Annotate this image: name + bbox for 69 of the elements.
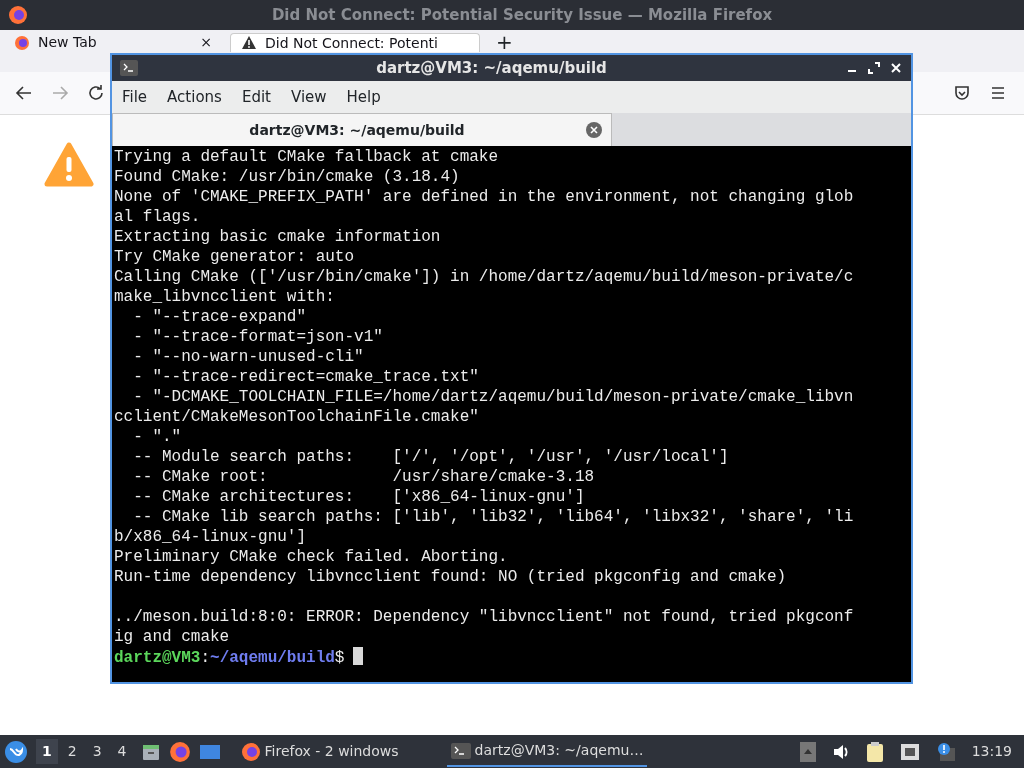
close-icon[interactable] [889, 61, 903, 75]
terminal-line: - "-DCMAKE_TOOLCHAIN_FILE=/home/dartz/aqemu/build/meson-private/cmake_libvn [132, 387, 855, 407]
terminal-line: Trying a default CMake fallback at cmake [114, 147, 500, 167]
browser-tab[interactable]: Did Not Connect: Potenti [230, 33, 480, 52]
terminal-line: -- CMake root: /usr/share/cmake-3.18 [132, 467, 596, 487]
prompt-path: ~/aqemu/build [210, 649, 335, 667]
terminal-line: Run-time dependency libvncclient found: NO (tried pkgconfig and cmake) [114, 567, 788, 587]
workspace-button[interactable]: 1 [36, 739, 58, 764]
terminal-line: - "--no-warn-unused-cli" [132, 347, 365, 367]
terminal-line: Preliminary CMake check failed. Aborting. [114, 547, 509, 567]
terminal-line: -- Module search paths: ['/', '/opt', '/usr', '/usr/local'] [132, 447, 730, 467]
volume-icon[interactable] [831, 742, 850, 761]
terminal-line: make_libvncclient with: [114, 287, 336, 307]
window-title: Did Not Connect: Potential Security Issue — Mozilla Firefox [270, 4, 774, 26]
firefox-icon[interactable] [168, 740, 191, 763]
clipboard-icon[interactable] [865, 740, 884, 763]
warning-icon [44, 142, 94, 188]
clock: 13:19 [971, 742, 1012, 761]
terminal-line: -- CMake lib search paths: ['lib', 'lib32', 'lib64', 'libx32', 'share', 'li [132, 507, 855, 527]
taskbar-button[interactable]: dartz@VM3: ~/aqemu… [446, 736, 648, 767]
terminal-line: Try CMake generator: auto [114, 247, 356, 267]
workspace-button[interactable]: 2 [61, 739, 83, 764]
terminal-tab[interactable]: dartz@VM3: ~/aqemu/build [112, 113, 612, 146]
cursor [353, 647, 364, 665]
menu-item[interactable]: View [280, 85, 337, 109]
workspace-button[interactable]: 3 [86, 739, 108, 764]
new-tab-button[interactable]: + [496, 33, 513, 52]
prompt-symbol: $ [334, 649, 345, 667]
firefox-icon [8, 5, 28, 25]
browser-tab[interactable]: New Tab × [4, 33, 222, 52]
terminal-line: - "--trace-format=json-v1" [132, 327, 384, 347]
terminal-line: cclient/CMakeMesonToolchainFile.cmake" [114, 407, 480, 427]
reload-icon[interactable] [86, 83, 106, 103]
desktop-icon[interactable] [198, 742, 221, 761]
terminal-line: None of 'CMAKE_PREFIX_PATH' are defined in the environment, not changing glob [114, 187, 855, 207]
menu-item[interactable]: Help [336, 85, 391, 109]
firefox-icon [240, 741, 261, 762]
terminal-icon [450, 740, 471, 761]
terminal-line: ig and cmake [114, 627, 231, 647]
terminal-line: Extracting basic cmake information [114, 227, 442, 247]
prompt-separator: : [200, 649, 211, 667]
terminal-line: - "--trace-expand" [132, 307, 308, 327]
terminal-icon [120, 60, 138, 76]
tab-title: New Tab [38, 34, 98, 51]
workspace-button[interactable]: 4 [111, 739, 133, 764]
tab-title: Did Not Connect: Potenti [265, 34, 439, 52]
taskbar-button[interactable]: Firefox - 2 windows [236, 736, 403, 767]
menu-item[interactable]: Actions [157, 85, 232, 109]
terminal-line: - "." [132, 427, 183, 447]
pocket-icon[interactable] [952, 83, 972, 103]
window-title: dartz@VM3: ~/aqemu/build [375, 57, 608, 79]
menu-item[interactable]: Edit [231, 85, 281, 109]
terminal-line: Found CMake: /usr/bin/cmake (3.18.4) [114, 167, 461, 187]
terminal-line: al flags. [114, 207, 202, 227]
warning-icon [241, 35, 257, 51]
terminal-line: Calling CMake (['/usr/bin/cmake']) in /home/dartz/aqemu/build/meson-private/c [114, 267, 855, 287]
terminal-line: b/x86_64-linux-gnu'] [114, 527, 308, 547]
menu-item[interactable]: File [112, 85, 158, 109]
notification-icon[interactable] [935, 741, 956, 762]
close-icon[interactable] [585, 121, 603, 139]
network-icon[interactable] [899, 742, 920, 761]
terminal-line: -- CMake architectures: ['x86_64-linux-gnu'] [132, 487, 586, 507]
prompt-user: dartz@VM3 [114, 649, 201, 667]
terminal-line: - "--trace-redirect=cmake_trace.txt" [132, 367, 480, 387]
maximize-icon[interactable] [867, 61, 881, 75]
start-menu-icon[interactable] [4, 739, 28, 764]
terminal-line: ../meson.build:8:0: ERROR: Dependency "libvncclient" not found, tried pkgconf [114, 607, 855, 627]
firefox-icon [14, 34, 30, 51]
close-tab-button[interactable]: × [200, 34, 212, 51]
